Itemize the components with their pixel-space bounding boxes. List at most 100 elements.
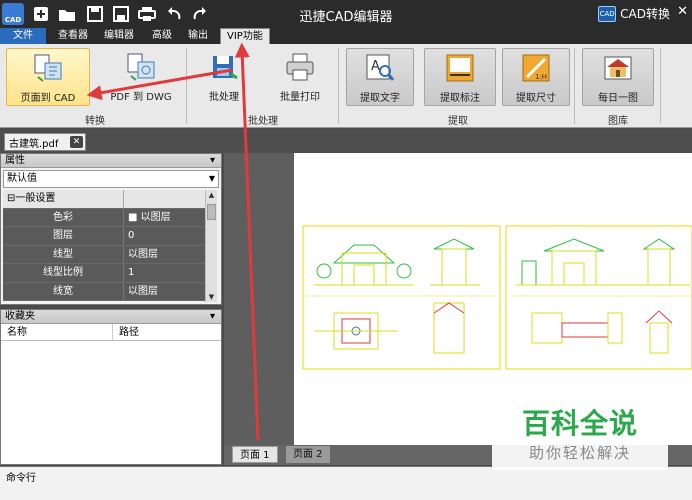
scroll-up-icon[interactable]: ▲ xyxy=(206,191,217,199)
extract-text-button[interactable]: A 提取文字 xyxy=(346,48,414,106)
redo-icon[interactable] xyxy=(190,5,208,23)
batch-process-button[interactable]: 批处理 xyxy=(196,48,252,106)
app-logo-text: CAD xyxy=(4,16,22,24)
batch-print-label: 批量打印 xyxy=(280,92,320,103)
group-label-extract: 提取 xyxy=(448,116,468,127)
property-category-label: 一般设置 xyxy=(15,193,56,204)
print-icon[interactable] xyxy=(138,5,156,23)
cad-convert-label: CAD转换 xyxy=(620,7,670,21)
menu-editor[interactable]: 编辑器 xyxy=(98,28,140,44)
property-grid: ⊟一般设置 色彩 ■ 以图层 图层 0 线型 以图层 线型比例 1 线宽 以图层 xyxy=(3,190,205,301)
menu-bar: 文件 查看器 编辑器 高级 输出 VIP功能 xyxy=(0,28,692,44)
svg-text:A: A xyxy=(371,59,380,74)
group-separator xyxy=(338,48,339,124)
cad-badge-icon: CAD xyxy=(598,5,617,22)
batch-print-button[interactable]: 批量打印 xyxy=(272,48,328,106)
watermark: 百科全说 助你轻松解决 xyxy=(492,404,668,470)
menu-vip[interactable]: VIP功能 xyxy=(220,28,270,44)
properties-preset-select[interactable]: 默认值 ▼ xyxy=(3,170,219,188)
column-header-name[interactable]: 名称 xyxy=(1,324,113,340)
ribbon: 页面到 CAD PDF 到 DWG 转换 批处理 批量打印 批处理 A 提取文字… xyxy=(0,44,692,128)
menu-viewer[interactable]: 查看器 xyxy=(52,28,94,44)
property-category-value xyxy=(123,190,205,208)
watermark-title: 百科全说 xyxy=(521,407,638,440)
properties-title: 属性 xyxy=(5,155,25,166)
property-category[interactable]: ⊟一般设置 xyxy=(3,190,205,209)
property-value[interactable]: 1 xyxy=(123,264,205,282)
properties-preset-value: 默认值 xyxy=(7,173,37,184)
pin-icon[interactable]: ▾ xyxy=(210,310,215,324)
document-tab[interactable]: 古建筑.pdf ✕ xyxy=(4,133,86,151)
tab-page-1[interactable]: 页面 1 xyxy=(232,446,278,463)
extract-dimension-icon: 1:H xyxy=(521,53,551,83)
daily-drawing-button[interactable]: 每日一图 xyxy=(582,48,654,106)
watermark-subtitle: 助你轻松解决 xyxy=(528,444,631,462)
open-folder-icon[interactable] xyxy=(58,5,76,23)
favorites-header: 收藏夹 ▾ xyxy=(1,310,221,324)
document-tab-label: 古建筑.pdf xyxy=(9,138,59,150)
drawing-sheet[interactable] xyxy=(294,153,692,445)
menu-output[interactable]: 输出 xyxy=(182,28,214,44)
properties-scrollbar[interactable]: ▲ ▼ xyxy=(205,190,217,302)
extract-dimension-label: 提取尺寸 xyxy=(516,93,556,104)
extract-dimension-button[interactable]: 1:H 提取尺寸 xyxy=(502,48,570,106)
save-as-icon[interactable] xyxy=(112,5,130,23)
property-row[interactable]: 色彩 ■ 以图层 xyxy=(3,208,205,227)
scrollbar-thumb[interactable] xyxy=(207,204,216,220)
page-to-cad-button[interactable]: 页面到 CAD xyxy=(6,48,90,106)
app-logo[interactable]: CAD xyxy=(2,3,24,25)
group-separator xyxy=(574,48,575,124)
property-key: 线型 xyxy=(3,245,123,263)
undo-icon[interactable] xyxy=(166,5,184,23)
document-tab-strip: 古建筑.pdf ✕ xyxy=(0,129,692,153)
property-key: 线型比例 xyxy=(3,264,123,282)
menu-file[interactable]: 文件 xyxy=(0,28,46,44)
property-value[interactable]: 以图层 xyxy=(123,245,205,263)
extract-annotation-button[interactable]: 提取标注 xyxy=(424,48,496,106)
group-label-batch: 批处理 xyxy=(248,116,278,127)
property-value[interactable]: ■ 以图层 xyxy=(123,208,205,226)
property-value[interactable]: 以图层 xyxy=(123,282,205,300)
batch-process-label: 批处理 xyxy=(209,92,239,103)
property-row[interactable]: 线型比例 1 xyxy=(3,264,205,283)
close-tab-icon[interactable]: ✕ xyxy=(70,136,83,148)
batch-print-icon xyxy=(285,52,315,82)
daily-drawing-label: 每日一图 xyxy=(598,93,638,104)
architectural-drawing xyxy=(302,225,692,370)
property-row[interactable]: 图层 0 xyxy=(3,227,205,246)
chevron-down-icon: ▼ xyxy=(208,174,215,183)
menu-advanced[interactable]: 高级 xyxy=(146,28,178,44)
property-key: 色彩 xyxy=(3,208,123,226)
save-icon[interactable] xyxy=(86,5,104,23)
favorites-title: 收藏夹 xyxy=(5,311,35,322)
extract-text-icon: A xyxy=(365,53,395,83)
group-label-convert: 转换 xyxy=(85,116,105,127)
cad-convert-button[interactable]: CAD CAD转换 xyxy=(598,5,670,22)
extract-annotation-icon xyxy=(445,53,475,83)
new-icon[interactable] xyxy=(32,5,50,23)
command-line[interactable]: 命令行 xyxy=(0,466,692,500)
favorites-columns: 名称 路径 xyxy=(1,324,221,341)
page-to-cad-label: 页面到 CAD xyxy=(20,93,76,104)
extract-text-label: 提取文字 xyxy=(360,93,400,104)
title-bar: CAD 迅捷CAD编辑器 CAD CAD转换 ✕ xyxy=(0,0,692,28)
page-to-cad-icon xyxy=(33,53,63,83)
daily-drawing-icon xyxy=(603,53,633,83)
close-window-icon[interactable]: ✕ xyxy=(677,4,688,19)
pin-icon[interactable]: ▾ xyxy=(210,154,215,168)
favorites-panel: 收藏夹 ▾ 名称 路径 xyxy=(0,309,222,465)
properties-panel: 属性 ▾ 默认值 ▼ ⊟一般设置 色彩 ■ 以图层 图层 0 线型 以图层 线型… xyxy=(0,153,222,305)
property-row[interactable]: 线型 以图层 xyxy=(3,245,205,264)
command-line-label: 命令行 xyxy=(6,473,36,484)
pdf-to-dwg-button[interactable]: PDF 到 DWG xyxy=(104,48,178,106)
tab-page-2[interactable]: 页面 2 xyxy=(286,446,330,463)
group-label-gallery: 图库 xyxy=(608,116,628,127)
column-header-path[interactable]: 路径 xyxy=(113,324,139,340)
extract-annotation-label: 提取标注 xyxy=(440,93,480,104)
scroll-down-icon[interactable]: ▼ xyxy=(206,293,217,301)
property-row[interactable]: 线宽 以图层 xyxy=(3,282,205,301)
properties-header: 属性 ▾ xyxy=(1,154,221,168)
pdf-to-dwg-label: PDF 到 DWG xyxy=(110,92,172,103)
property-value[interactable]: 0 xyxy=(123,227,205,245)
property-key: 线宽 xyxy=(3,282,123,300)
